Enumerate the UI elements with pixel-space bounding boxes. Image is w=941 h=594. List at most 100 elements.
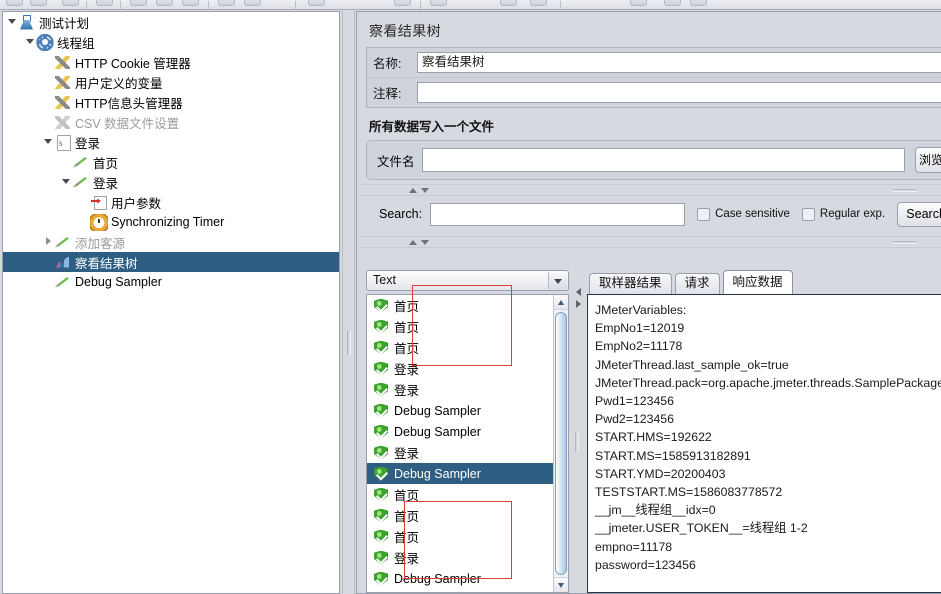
tree-item[interactable]: 察看结果树 (3, 252, 339, 272)
tree-item[interactable]: Debug Sampler (3, 272, 339, 292)
comment-row: 注释: (367, 77, 941, 107)
sample-result-row[interactable]: 首页 (367, 295, 553, 316)
results-vertical-scrollbar[interactable] (553, 295, 568, 592)
response-line: JMeterVariables: (595, 303, 687, 317)
toolbar-icon-help[interactable] (630, 0, 647, 6)
results-section-divider[interactable] (357, 236, 941, 248)
sample-result-row[interactable]: 首页 (367, 484, 553, 505)
toolbar-icon-templates[interactable] (30, 0, 47, 6)
toolbar-icon-paste[interactable] (182, 0, 199, 6)
tree-twisty-down-icon[interactable] (7, 12, 18, 32)
chevron-up-icon[interactable] (409, 188, 417, 193)
combo-chevron-down-icon[interactable] (548, 272, 567, 289)
toolbar-icon-start[interactable] (308, 0, 325, 6)
tree-item[interactable]: 首页 (3, 152, 339, 172)
scroll-down-button[interactable] (554, 577, 568, 592)
response-data-view[interactable]: JMeterVariables: EmpNo1=12019 EmpNo2=11178… (587, 294, 941, 593)
sampler-icon-dim (54, 234, 72, 251)
sample-result-row[interactable]: 首页 (367, 526, 553, 547)
search-section-divider[interactable] (357, 184, 941, 196)
tree-item[interactable]: 用户定义的变量 (3, 72, 339, 92)
success-shield-icon (374, 488, 388, 502)
case-sensitive-box[interactable] (697, 207, 711, 221)
toolbar-separator-5 (420, 1, 421, 9)
sample-result-row[interactable]: 登录 (367, 358, 553, 379)
tree-twisty-down-icon[interactable] (25, 32, 36, 52)
tree-item[interactable]: HTTP信息头管理器 (3, 92, 339, 112)
toolbar-strip[interactable] (0, 0, 941, 10)
filename-group: 文件名 浏览… (366, 140, 941, 180)
toolbar-icon-open[interactable] (62, 0, 79, 6)
sample-result-row[interactable]: 首页 (367, 337, 553, 358)
tree-twisty-right-icon[interactable] (43, 232, 54, 252)
toolbar-icon-new[interactable] (6, 0, 23, 6)
tree-item[interactable]: HTTP Cookie 管理器 (3, 52, 339, 72)
name-input[interactable]: 察看结果树 (417, 52, 941, 73)
tree-item[interactable]: 添加客源 (3, 232, 339, 252)
toolbar-icon-collapse[interactable] (244, 0, 261, 6)
tree-twisty-down-icon[interactable] (61, 172, 72, 192)
results-splitter[interactable] (571, 270, 584, 593)
tree-item[interactable]: CSV 数据文件设置 (3, 112, 339, 132)
scroll-thumb[interactable] (555, 312, 567, 575)
sample-result-row[interactable]: Debug Sampler (367, 463, 553, 484)
tree-item[interactable]: 登录 (3, 132, 339, 152)
toolbar-icon-search[interactable] (500, 0, 517, 6)
chevron-down-icon-2[interactable] (421, 240, 429, 245)
toolbar-icon-redo[interactable] (690, 0, 707, 6)
filename-input[interactable] (421, 148, 905, 172)
toolbar-icon-stop[interactable] (394, 0, 411, 6)
regular-exp-checkbox[interactable]: Regular exp. (801, 207, 885, 221)
search-button[interactable]: Search (897, 201, 941, 227)
toolbar-icon-undo[interactable] (664, 0, 681, 6)
test-plan-tree[interactable]: 测试计划 线程组 HTTP Cookie 管理器 用户定义的变量 HTTP信息头管理器 C… (2, 11, 340, 594)
render-format-combo[interactable]: Text (366, 270, 569, 291)
sample-result-row[interactable]: 登录 (367, 589, 553, 592)
tab-1[interactable]: 取样器结果 (589, 273, 672, 294)
sample-result-row[interactable]: 登录 (367, 442, 553, 463)
toolbar-icon-save[interactable] (96, 0, 113, 6)
search-input[interactable] (430, 202, 686, 226)
sample-result-row[interactable]: Debug Sampler (367, 421, 553, 442)
tree-twisty-down-icon[interactable] (43, 132, 54, 152)
detail-tabs[interactable]: 取样器结果 请求 响应数据 (585, 270, 941, 294)
sample-result-row[interactable]: Debug Sampler (367, 568, 553, 589)
response-line: START.MS=1585913182891 (595, 448, 751, 463)
tree-item[interactable]: Synchronizing Timer (3, 212, 339, 232)
tree-item[interactable]: 线程组 (3, 32, 339, 52)
tree-item[interactable]: 登录 (3, 172, 339, 192)
comment-input[interactable] (417, 82, 941, 103)
divider-grip[interactable] (893, 189, 917, 192)
sample-result-list[interactable]: 首页 首页 首页 登录 登录 Debug Sampler Debug Sampler 登录 De… (366, 294, 569, 593)
case-sensitive-checkbox[interactable]: Case sensitive (697, 207, 790, 221)
sample-result-row[interactable]: Debug Sampler (367, 400, 553, 421)
success-shield-icon (374, 341, 388, 355)
tree-item-label: CSV 数据文件设置 (75, 116, 180, 131)
chevron-up-icon-2[interactable] (409, 240, 417, 245)
scroll-up-button[interactable] (554, 295, 568, 310)
tab-2[interactable]: 请求 (674, 273, 720, 294)
name-label: 名称: (373, 57, 402, 71)
divider-grip-2[interactable] (893, 241, 917, 244)
vertical-splitter[interactable] (342, 11, 355, 594)
toolbar-icon-reset-search[interactable] (530, 0, 547, 6)
sample-result-row[interactable]: 首页 (367, 316, 553, 337)
divider-arrows-2[interactable] (409, 240, 429, 245)
tab-3[interactable]: 响应数据 (722, 270, 793, 294)
sample-result-row[interactable]: 首页 (367, 505, 553, 526)
regular-exp-box[interactable] (801, 207, 815, 221)
browse-button[interactable]: 浏览… (915, 147, 941, 173)
sample-result-row[interactable]: 登录 (367, 379, 553, 400)
filename-label: 文件名 (377, 154, 415, 169)
divider-arrows[interactable] (409, 188, 429, 193)
user-parameters-icon (90, 194, 108, 211)
sample-result-row[interactable]: 登录 (367, 547, 553, 568)
toolbar-icon-cut[interactable] (130, 0, 147, 6)
tree-item[interactable]: 测试计划 (3, 12, 339, 32)
success-shield-icon (374, 362, 388, 376)
toolbar-icon-clear[interactable] (430, 0, 447, 6)
toolbar-icon-copy[interactable] (156, 0, 173, 6)
tree-item[interactable]: 用户参数 (3, 192, 339, 212)
toolbar-icon-expand[interactable] (218, 0, 235, 6)
chevron-down-icon[interactable] (421, 188, 429, 193)
